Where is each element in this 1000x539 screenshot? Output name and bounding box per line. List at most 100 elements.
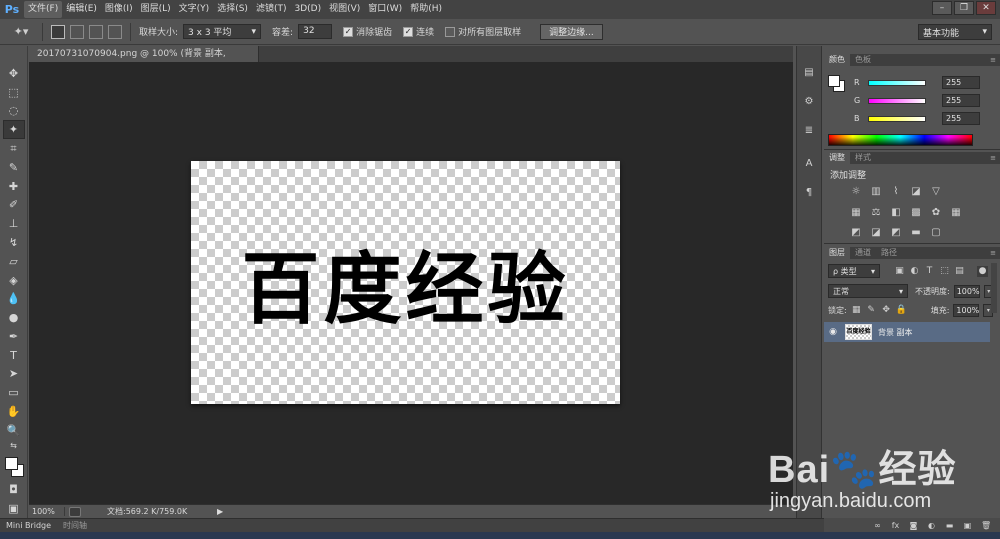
sample-size-select[interactable]: 3 x 3 平均 ▾ xyxy=(183,24,262,39)
eyedropper-tool-icon[interactable]: ✎ xyxy=(3,158,25,177)
filter-toggle-icon[interactable]: ● xyxy=(977,265,988,277)
lock-pixels-icon[interactable]: ✎ xyxy=(866,305,877,316)
curves-icon[interactable]: ⌇ xyxy=(890,186,902,197)
tab-swatches[interactable]: 色板 xyxy=(850,54,876,66)
selective-color-icon[interactable]: ▢ xyxy=(930,227,942,238)
tab-paths[interactable]: 路径 xyxy=(876,247,902,259)
contiguous-option[interactable]: ✓ 连续 xyxy=(403,25,434,38)
link-layers-icon[interactable]: ∞ xyxy=(873,521,882,530)
posterize-icon[interactable]: ◪ xyxy=(870,227,882,238)
character-panel-icon[interactable]: A xyxy=(799,153,819,173)
layer-style-fx-icon[interactable]: fx xyxy=(891,521,900,530)
filter-pixel-icon[interactable]: ▣ xyxy=(894,266,905,277)
menu-view[interactable]: 视图(V) xyxy=(325,1,364,18)
close-button[interactable]: ✕ xyxy=(976,1,996,15)
type-tool-icon[interactable]: T xyxy=(3,346,25,365)
zoom-tool-icon[interactable]: 🔍 xyxy=(3,421,25,440)
lock-all-icon[interactable]: 🔒 xyxy=(896,305,907,316)
tab-mini-bridge[interactable]: Mini Bridge xyxy=(0,519,57,533)
tab-timeline[interactable]: 时间轴 xyxy=(57,519,93,533)
threshold-icon[interactable]: ◩ xyxy=(890,227,902,238)
refine-edge-button[interactable]: 调整边缘... xyxy=(540,23,603,40)
rectangle-tool-icon[interactable]: ▭ xyxy=(3,383,25,402)
contiguous-checkbox[interactable]: ✓ xyxy=(403,26,414,37)
foreground-color-swatch[interactable] xyxy=(4,457,18,471)
status-info-icon[interactable] xyxy=(69,506,81,517)
color-balance-icon[interactable]: ⚖ xyxy=(870,207,882,218)
blue-slider[interactable] xyxy=(868,115,926,122)
screen-mode-icon[interactable]: ▣ xyxy=(3,499,25,518)
marquee-tool-icon[interactable]: ⬚ xyxy=(3,83,25,102)
canvas-area[interactable]: 百度经验 xyxy=(29,62,793,504)
levels-icon[interactable]: ▥ xyxy=(870,186,882,197)
layer-row[interactable]: ◉ 百度经验 背景 副本 xyxy=(824,322,990,342)
brush-tool-icon[interactable]: ✐ xyxy=(3,196,25,215)
menu-type[interactable]: 文字(Y) xyxy=(175,1,214,18)
lasso-tool-icon[interactable]: ◌ xyxy=(3,102,25,121)
exposure-icon[interactable]: ◪ xyxy=(910,186,922,197)
menu-file[interactable]: 文件(F) xyxy=(24,1,63,18)
antialias-option[interactable]: ✓ 消除锯齿 xyxy=(343,25,392,38)
path-selection-tool-icon[interactable]: ➤ xyxy=(3,365,25,384)
filter-type-icon[interactable]: T xyxy=(924,266,935,277)
paint-bucket-tool-icon[interactable]: ◈ xyxy=(3,271,25,290)
menu-edit[interactable]: 编辑(E) xyxy=(62,1,101,18)
layer-name[interactable]: 背景 副本 xyxy=(878,327,913,338)
restore-button[interactable]: ❐ xyxy=(954,1,974,15)
sample-all-layers-checkbox[interactable] xyxy=(445,26,456,37)
history-panel-icon[interactable]: ▤ xyxy=(799,62,819,82)
tolerance-input[interactable]: 32 xyxy=(298,24,333,39)
healing-brush-tool-icon[interactable]: ✚ xyxy=(3,177,25,196)
invert-icon[interactable]: ◩ xyxy=(850,227,862,238)
info-panel-icon[interactable]: ≣ xyxy=(799,120,819,140)
move-tool-icon[interactable]: ✥ xyxy=(3,64,25,83)
filter-shape-icon[interactable]: ⬚ xyxy=(939,266,950,277)
zoom-level[interactable]: 100% xyxy=(29,507,65,516)
red-slider[interactable] xyxy=(868,79,926,86)
sample-all-layers-option[interactable]: 对所有图层取样 xyxy=(445,25,521,38)
magic-wand-tool-icon[interactable]: ✦ xyxy=(2,120,25,140)
blue-value-input[interactable]: 255 xyxy=(942,112,980,125)
menu-filter[interactable]: 滤镜(T) xyxy=(252,1,291,18)
menu-window[interactable]: 窗口(W) xyxy=(364,1,406,18)
green-slider[interactable] xyxy=(868,97,926,104)
add-mask-icon[interactable]: ◙ xyxy=(909,521,918,530)
new-adjustment-layer-icon[interactable]: ◐ xyxy=(927,521,936,530)
eraser-tool-icon[interactable]: ▱ xyxy=(3,252,25,271)
panel-foreground-swatch[interactable] xyxy=(828,75,840,87)
red-value-input[interactable]: 255 xyxy=(942,76,980,89)
channel-mixer-icon[interactable]: ✿ xyxy=(930,207,942,218)
magic-wand-tool-preset-icon[interactable]: ✦▾ xyxy=(8,22,34,42)
tab-styles[interactable]: 样式 xyxy=(850,152,876,164)
eye-visibility-icon[interactable]: ◉ xyxy=(824,327,842,337)
opacity-input[interactable]: 100% xyxy=(953,284,980,298)
properties-panel-icon[interactable]: ⚙ xyxy=(799,91,819,111)
delete-layer-icon[interactable]: 🗑 xyxy=(981,521,991,530)
color-lookup-icon[interactable]: ▦ xyxy=(950,207,962,218)
panel-menu-icon[interactable]: ≡ xyxy=(990,247,1000,259)
lock-position-icon[interactable]: ✥ xyxy=(881,305,892,316)
lock-transparency-icon[interactable]: ▦ xyxy=(851,305,862,316)
add-to-selection-icon[interactable] xyxy=(70,24,84,39)
new-selection-icon[interactable] xyxy=(51,24,65,39)
menu-select[interactable]: 选择(S) xyxy=(213,1,252,18)
blend-mode-select[interactable]: 正常 ▾ xyxy=(828,284,908,298)
status-menu-arrow-icon[interactable]: ▶ xyxy=(217,507,223,516)
vibrance-icon[interactable]: ▽ xyxy=(930,186,942,197)
subtract-from-selection-icon[interactable] xyxy=(89,24,103,39)
intersect-selection-icon[interactable] xyxy=(108,24,122,39)
photo-filter-icon[interactable]: ▩ xyxy=(910,207,922,218)
hand-tool-icon[interactable]: ✋ xyxy=(3,402,25,421)
layer-filter-type-select[interactable]: ρ 类型 ▾ xyxy=(828,264,880,278)
tab-channels[interactable]: 通道 xyxy=(850,247,876,259)
pen-tool-icon[interactable]: ✒ xyxy=(3,327,25,346)
color-spectrum-bar[interactable] xyxy=(828,134,973,146)
workspace-select[interactable]: 基本功能 ▾ xyxy=(918,24,992,40)
document-tab[interactable]: 20170731070904.png @ 100% (背景 副本, RGB/8)… xyxy=(29,46,259,75)
swap-colors-icon[interactable]: ⇆ xyxy=(3,440,25,452)
fill-input[interactable]: 100% xyxy=(953,304,980,317)
filter-smart-object-icon[interactable]: ▤ xyxy=(954,266,965,277)
history-brush-tool-icon[interactable]: ↯ xyxy=(3,233,25,252)
document-canvas[interactable]: 百度经验 xyxy=(191,161,620,404)
menu-3d[interactable]: 3D(D) xyxy=(290,1,325,18)
